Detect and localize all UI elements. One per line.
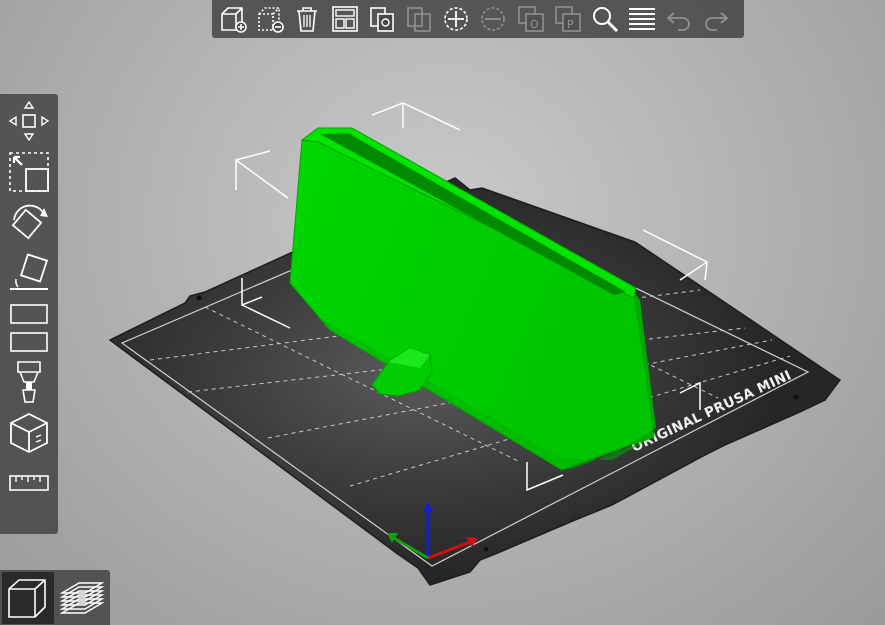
scale-icon[interactable]: [4, 149, 54, 195]
redo-icon[interactable]: [699, 2, 733, 36]
top-toolbar: O P: [212, 0, 744, 38]
copy-icon[interactable]: [365, 2, 399, 36]
split-parts-icon[interactable]: P: [551, 2, 585, 36]
rotate-icon[interactable]: [4, 200, 54, 246]
3d-viewport[interactable]: ORIGINAL PRUSA MINI: [0, 0, 885, 625]
layers-editing-icon[interactable]: [625, 2, 659, 36]
add-icon[interactable]: [216, 2, 250, 36]
svg-text:P: P: [567, 18, 574, 31]
add-instance-icon[interactable]: [439, 2, 473, 36]
view-toggle: [0, 570, 110, 625]
arrange-icon[interactable]: [328, 2, 362, 36]
move-icon[interactable]: [4, 98, 54, 144]
paste-icon[interactable]: [402, 2, 436, 36]
undo-icon[interactable]: [662, 2, 696, 36]
cut-lower-icon[interactable]: [4, 330, 54, 354]
place-on-face-icon[interactable]: [4, 251, 54, 297]
left-toolbar: [0, 94, 58, 534]
support-painting-icon[interactable]: [4, 358, 54, 404]
seam-painting-icon[interactable]: [4, 409, 54, 455]
measure-icon[interactable]: [4, 460, 54, 506]
split-objects-icon[interactable]: O: [514, 2, 548, 36]
remove-instance-icon[interactable]: [476, 2, 510, 36]
delete-all-icon[interactable]: [290, 2, 324, 36]
svg-text:O: O: [530, 18, 539, 31]
3d-view-icon[interactable]: [2, 571, 54, 624]
cut-icon[interactable]: [4, 302, 54, 326]
preview-layers-icon[interactable]: [56, 572, 108, 624]
search-icon[interactable]: [588, 2, 622, 36]
delete-icon[interactable]: [253, 2, 287, 36]
